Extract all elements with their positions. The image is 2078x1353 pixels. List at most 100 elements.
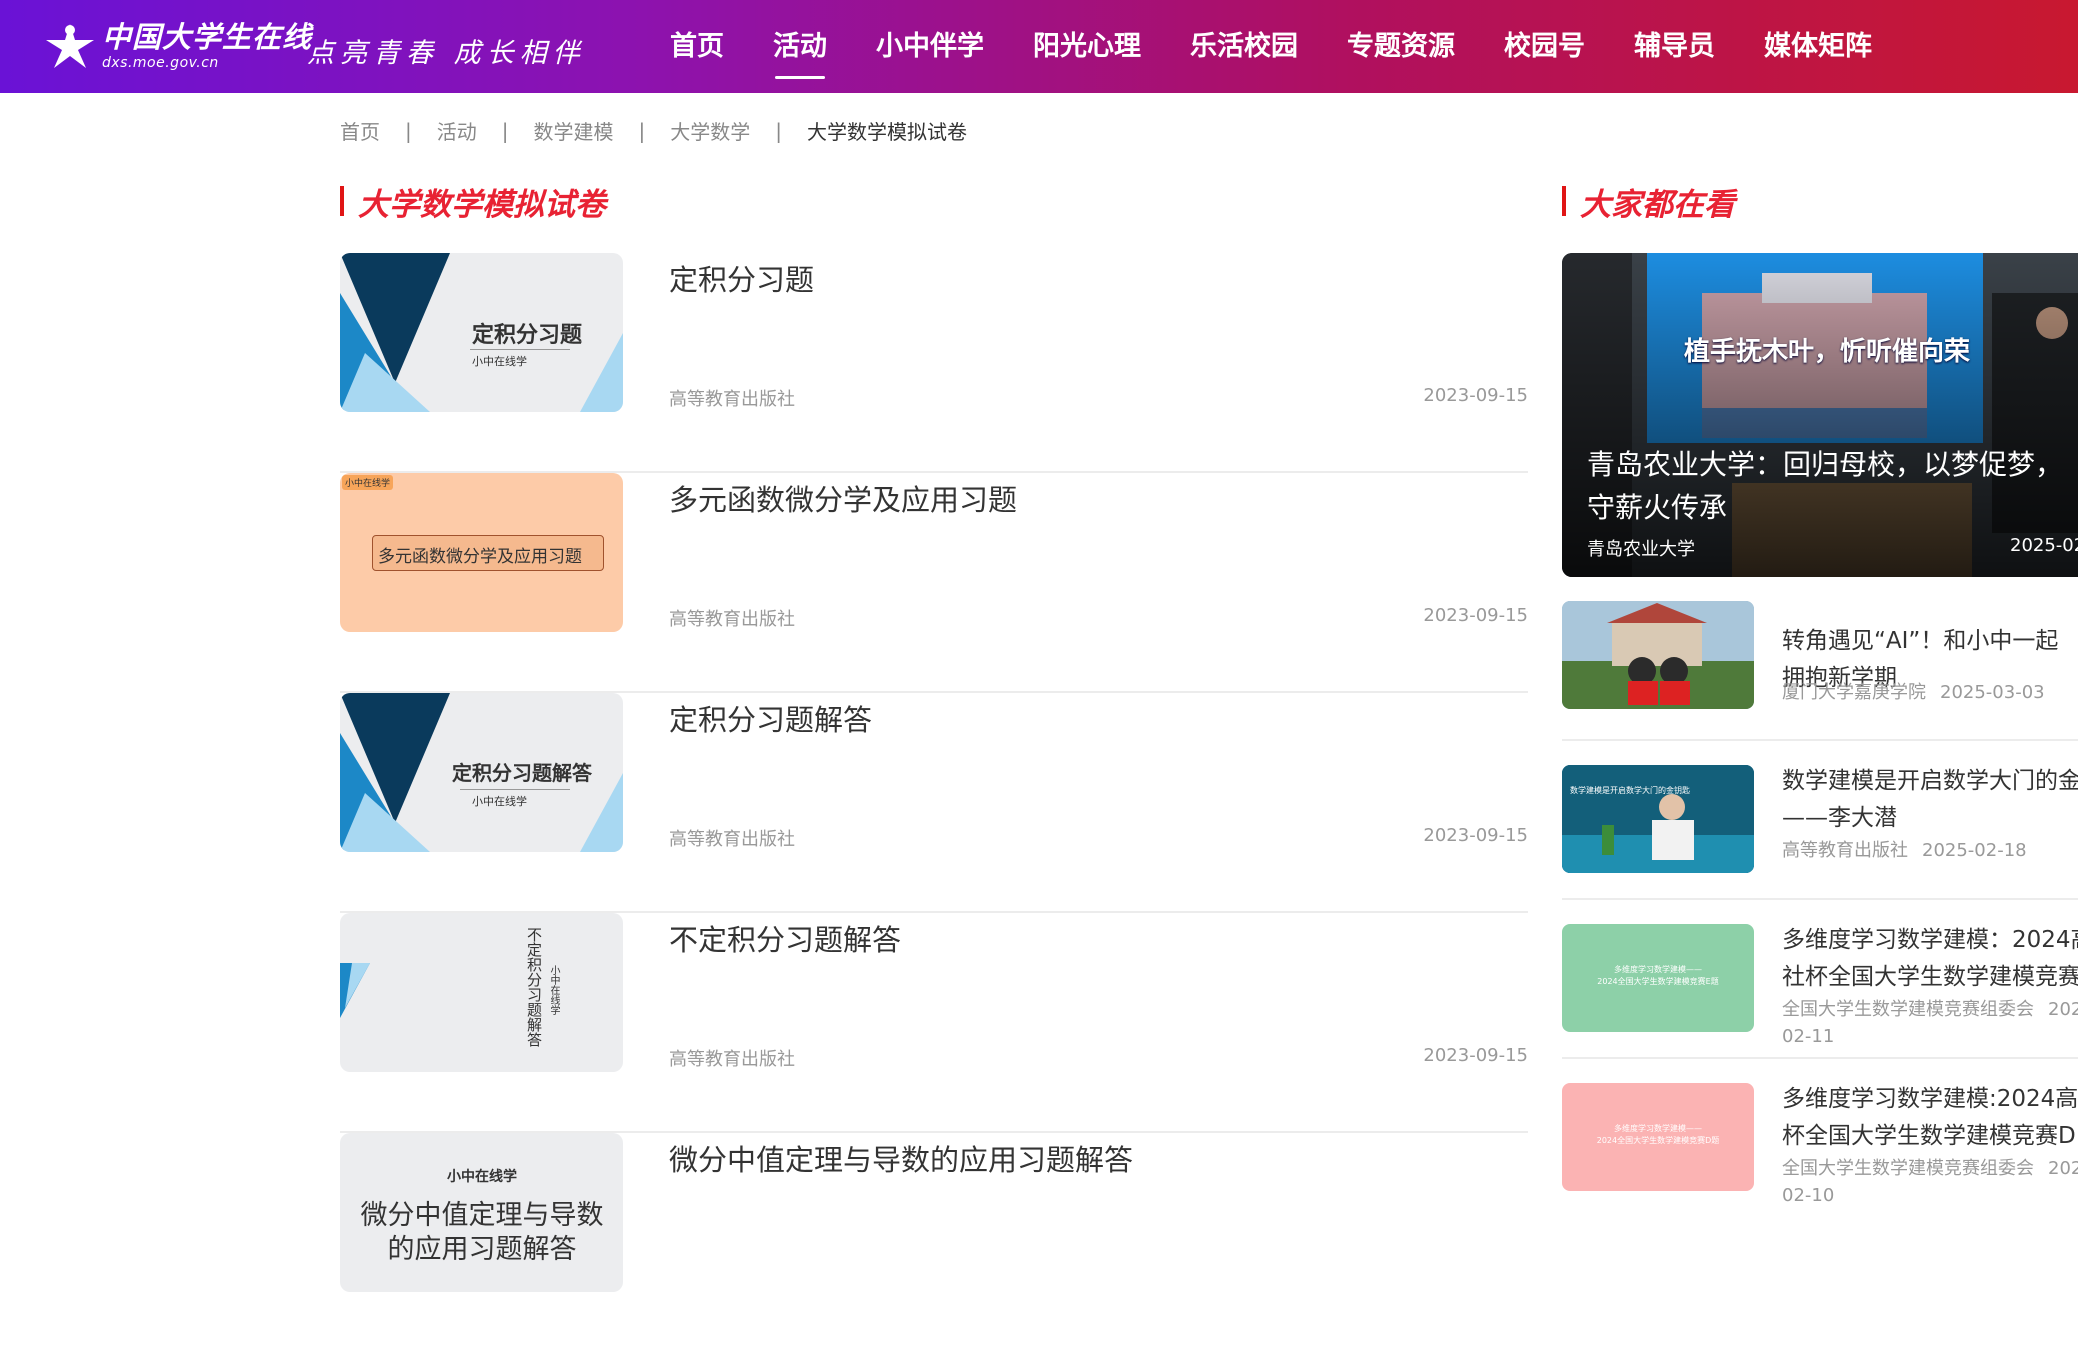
sidebar-title-line1: 多维度学习数学建模：2024高 (1782, 927, 2078, 953)
sidebar-article-title: 多维度学习数学建模:2024高 杯全国大学生数学建模竞赛D (1782, 1081, 2078, 1155)
list-section-title: 大学数学模拟试卷 (340, 181, 606, 223)
sidebar-article[interactable]: 数学建模是开启数学大门的金钥匙 数学建模是开启数学大门的金 ——李大潜 高等教育… (1562, 741, 2078, 900)
star-person-logo-icon (46, 24, 94, 68)
thumb-caption-line1: 多维度学习数学建模—— (1614, 1124, 1702, 1133)
nav-item-study-partner[interactable]: 小中伴学 (876, 0, 984, 93)
nav-item-campus-account[interactable]: 校园号 (1504, 0, 1585, 93)
sidebar-title-line1: 转角遇见“AI”！和小中一起 (1782, 628, 2059, 654)
logo-url: dxs.moe.gov.cn (102, 55, 219, 71)
site-logo[interactable]: 中国大学生在线 dxs.moe.gov.cn (44, 20, 312, 72)
list-item[interactable]: 小中在线学 多元函数微分学及应用习题 多元函数微分学及应用习题 高等教育出版社 … (340, 473, 1528, 693)
lecture-video-thumbnail (1562, 765, 1754, 873)
item-date: 2023-09-15 (1423, 605, 1528, 626)
thumb-caption: 数学建模是开启数学大门的金钥匙 (1570, 786, 1690, 795)
item-source: 高等教育出版社 (669, 1049, 795, 1070)
thumb-divider (470, 349, 570, 350)
slogan: 点亮青春 成长相伴 (307, 38, 586, 69)
sidebar-title-line1: 数学建模是开启数学大门的金 (1782, 768, 2078, 794)
sidebar-article[interactable]: 转角遇见“AI”！和小中一起 拥抱新学期 厦门大学嘉庚学院 2025-03-03 (1562, 601, 2078, 741)
campus-mascot-photo (1562, 601, 1754, 709)
sidebar-title-line2: ——李大潜 (1782, 805, 1897, 831)
nav-item-psychology[interactable]: 阳光心理 (1033, 0, 1141, 93)
breadcrumb-separator: | (405, 118, 412, 143)
sidebar-article-source: 全国大学生数学建模竞赛组委会 (1782, 999, 2034, 1020)
nav-item-resources[interactable]: 专题资源 (1347, 0, 1455, 93)
popular-sidebar: 植手抚木叶，忻听催向荣 青岛农业大学：回归母校，以梦促梦， 守薪火传承 青岛农业… (1562, 253, 2078, 1218)
item-title[interactable]: 定积分习题 (669, 257, 814, 299)
thumb-subtitle: 小中在线学 (472, 355, 527, 368)
title-accent-bar (340, 186, 344, 216)
featured-screen-text: 植手抚木叶，忻听催向荣 (1684, 337, 1971, 367)
thumb-title: 多元函数微分学及应用习题 (378, 547, 582, 567)
item-date: 2023-09-15 (1423, 385, 1528, 406)
sidebar-article-title: 多维度学习数学建模：2024高 社杯全国大学生数学建模竞赛 (1782, 922, 2078, 996)
item-source: 高等教育出版社 (669, 609, 795, 630)
nav-item-activity[interactable]: 活动 (773, 0, 827, 93)
featured-title-line1: 青岛农业大学：回归母校，以梦促梦， (1587, 448, 2064, 481)
item-title[interactable]: 不定积分习题解答 (669, 917, 901, 959)
thumb-subtitle: 小中在线学 (447, 1169, 517, 1185)
nav-item-home[interactable]: 首页 (670, 0, 724, 93)
thumb-subtitle: 小中在线学 (548, 965, 559, 1015)
featured-date: 2025-02 (2010, 535, 2078, 556)
nav-item-campus-life[interactable]: 乐活校园 (1190, 0, 1298, 93)
sidebar-title-line1: 多维度学习数学建模:2024高 (1782, 1086, 2078, 1112)
list-item[interactable]: 定积分习题解答 小中在线学 定积分习题解答 高等教育出版社 2023-09-15 (340, 693, 1528, 913)
featured-source: 青岛农业大学 (1587, 539, 1695, 560)
item-title[interactable]: 微分中值定理与导数的应用习题解答 (669, 1137, 1133, 1179)
item-date: 2023-09-15 (1423, 1045, 1528, 1066)
breadcrumb-home[interactable]: 首页 (340, 116, 380, 145)
breadcrumb-modeling[interactable]: 数学建模 (534, 116, 614, 145)
sidebar-article-meta: 高等教育出版社 2025-02-18 (1782, 837, 2078, 864)
sidebar-article-source: 厦门大学嘉庚学院 (1782, 682, 1926, 703)
item-thumbnail[interactable]: 定积分习题解答 小中在线学 (340, 693, 623, 852)
breadcrumb-separator: | (501, 118, 509, 143)
sidebar-article-meta: 厦门大学嘉庚学院 2025-03-03 (1782, 679, 2078, 706)
sidebar-thumbnail[interactable]: 多维度学习数学建模—— 2024全国大学生数学建模竞赛D题 (1562, 1083, 1754, 1191)
list-item[interactable]: 定积分习题 小中在线学 定积分习题 高等教育出版社 2023-09-15 (340, 253, 1528, 473)
sidebar-title: 大家都在看 (1580, 186, 1735, 223)
page-title: 大学数学模拟试卷 (358, 186, 606, 223)
main-nav: 首页 活动 小中伴学 阳光心理 乐活校园 专题资源 校园号 辅导员 媒体矩阵 (670, 0, 1921, 93)
sidebar-article[interactable]: 多维度学习数学建模—— 2024全国大学生数学建模竞赛D题 多维度学习数学建模:… (1562, 1059, 2078, 1218)
sidebar-thumbnail[interactable]: 多维度学习数学建模—— 2024全国大学生数学建模竞赛E题 (1562, 924, 1754, 1032)
thumb-title: 不定积分习题解答 (525, 927, 543, 1047)
item-source: 高等教育出版社 (669, 389, 795, 410)
breadcrumb-current: 大学数学模拟试卷 (807, 120, 967, 144)
featured-article[interactable]: 植手抚木叶，忻听催向荣 青岛农业大学：回归母校，以梦促梦， 守薪火传承 青岛农业… (1562, 253, 2078, 577)
thumb-title: 定积分习题解答 (452, 761, 592, 785)
breadcrumb-activity[interactable]: 活动 (437, 116, 477, 145)
nav-item-media[interactable]: 媒体矩阵 (1764, 0, 1872, 93)
breadcrumb-separator: | (638, 118, 646, 143)
sidebar-article-source: 高等教育出版社 (1782, 840, 1908, 861)
list-item[interactable]: 小中在线学 微分中值定理与导数 的应用习题解答 微分中值定理与导数的应用习题解答 (340, 1133, 1528, 1353)
item-source: 高等教育出版社 (669, 829, 795, 850)
featured-title-line2: 守薪火传承 (1587, 491, 1728, 524)
thumb-title: 定积分习题 (472, 323, 583, 348)
item-title[interactable]: 多元函数微分学及应用习题 (669, 477, 1017, 519)
breadcrumb-college-math[interactable]: 大学数学 (670, 116, 750, 145)
thumb-caption-line2: 2024全国大学生数学建模竞赛E题 (1597, 977, 1719, 986)
sidebar-thumbnail[interactable]: 数学建模是开启数学大门的金钥匙 (1562, 765, 1754, 873)
item-thumbnail[interactable]: 定积分习题 小中在线学 (340, 253, 623, 412)
top-header: 中国大学生在线 dxs.moe.gov.cn 点亮青春 成长相伴 首页 活动 小… (0, 0, 2078, 93)
thumb-caption: 多维度学习数学建模—— 2024全国大学生数学建模竞赛D题 (1562, 1123, 1754, 1147)
item-title[interactable]: 定积分习题解答 (669, 697, 872, 739)
sidebar-title-line2: 社杯全国大学生数学建模竞赛 (1782, 964, 2078, 990)
sidebar-article-title: 数学建模是开启数学大门的金 ——李大潜 (1782, 763, 2078, 837)
nav-item-counselor[interactable]: 辅导员 (1634, 0, 1715, 93)
item-thumbnail[interactable]: 不定积分习题解答 小中在线学 (340, 913, 623, 1072)
item-thumbnail[interactable]: 小中在线学 微分中值定理与导数 的应用习题解答 (340, 1133, 623, 1292)
thumb-caption: 多维度学习数学建模—— 2024全国大学生数学建模竞赛E题 (1562, 964, 1754, 988)
sidebar-thumbnail[interactable] (1562, 601, 1754, 709)
breadcrumb: 首页 | 活动 | 数学建模 | 大学数学 | 大学数学模拟试卷 (340, 116, 967, 145)
article-list: 定积分习题 小中在线学 定积分习题 高等教育出版社 2023-09-15 小中在… (340, 253, 1528, 1353)
thumb-title-line2: 的应用习题解答 (387, 1234, 577, 1265)
list-item[interactable]: 不定积分习题解答 小中在线学 不定积分习题解答 高等教育出版社 2023-09-… (340, 913, 1528, 1133)
featured-title: 青岛农业大学：回归母校，以梦促梦， 守薪火传承 (1587, 443, 2078, 529)
sidebar-article-meta: 全国大学生数学建模竞赛组委会2025-02-11 (1782, 996, 2078, 1050)
thumb-caption-line1: 多维度学习数学建模—— (1614, 965, 1702, 974)
logo-name: 中国大学生在线 (102, 20, 313, 54)
sidebar-article[interactable]: 多维度学习数学建模—— 2024全国大学生数学建模竞赛E题 多维度学习数学建模：… (1562, 900, 2078, 1059)
item-thumbnail[interactable]: 小中在线学 多元函数微分学及应用习题 (340, 473, 623, 632)
